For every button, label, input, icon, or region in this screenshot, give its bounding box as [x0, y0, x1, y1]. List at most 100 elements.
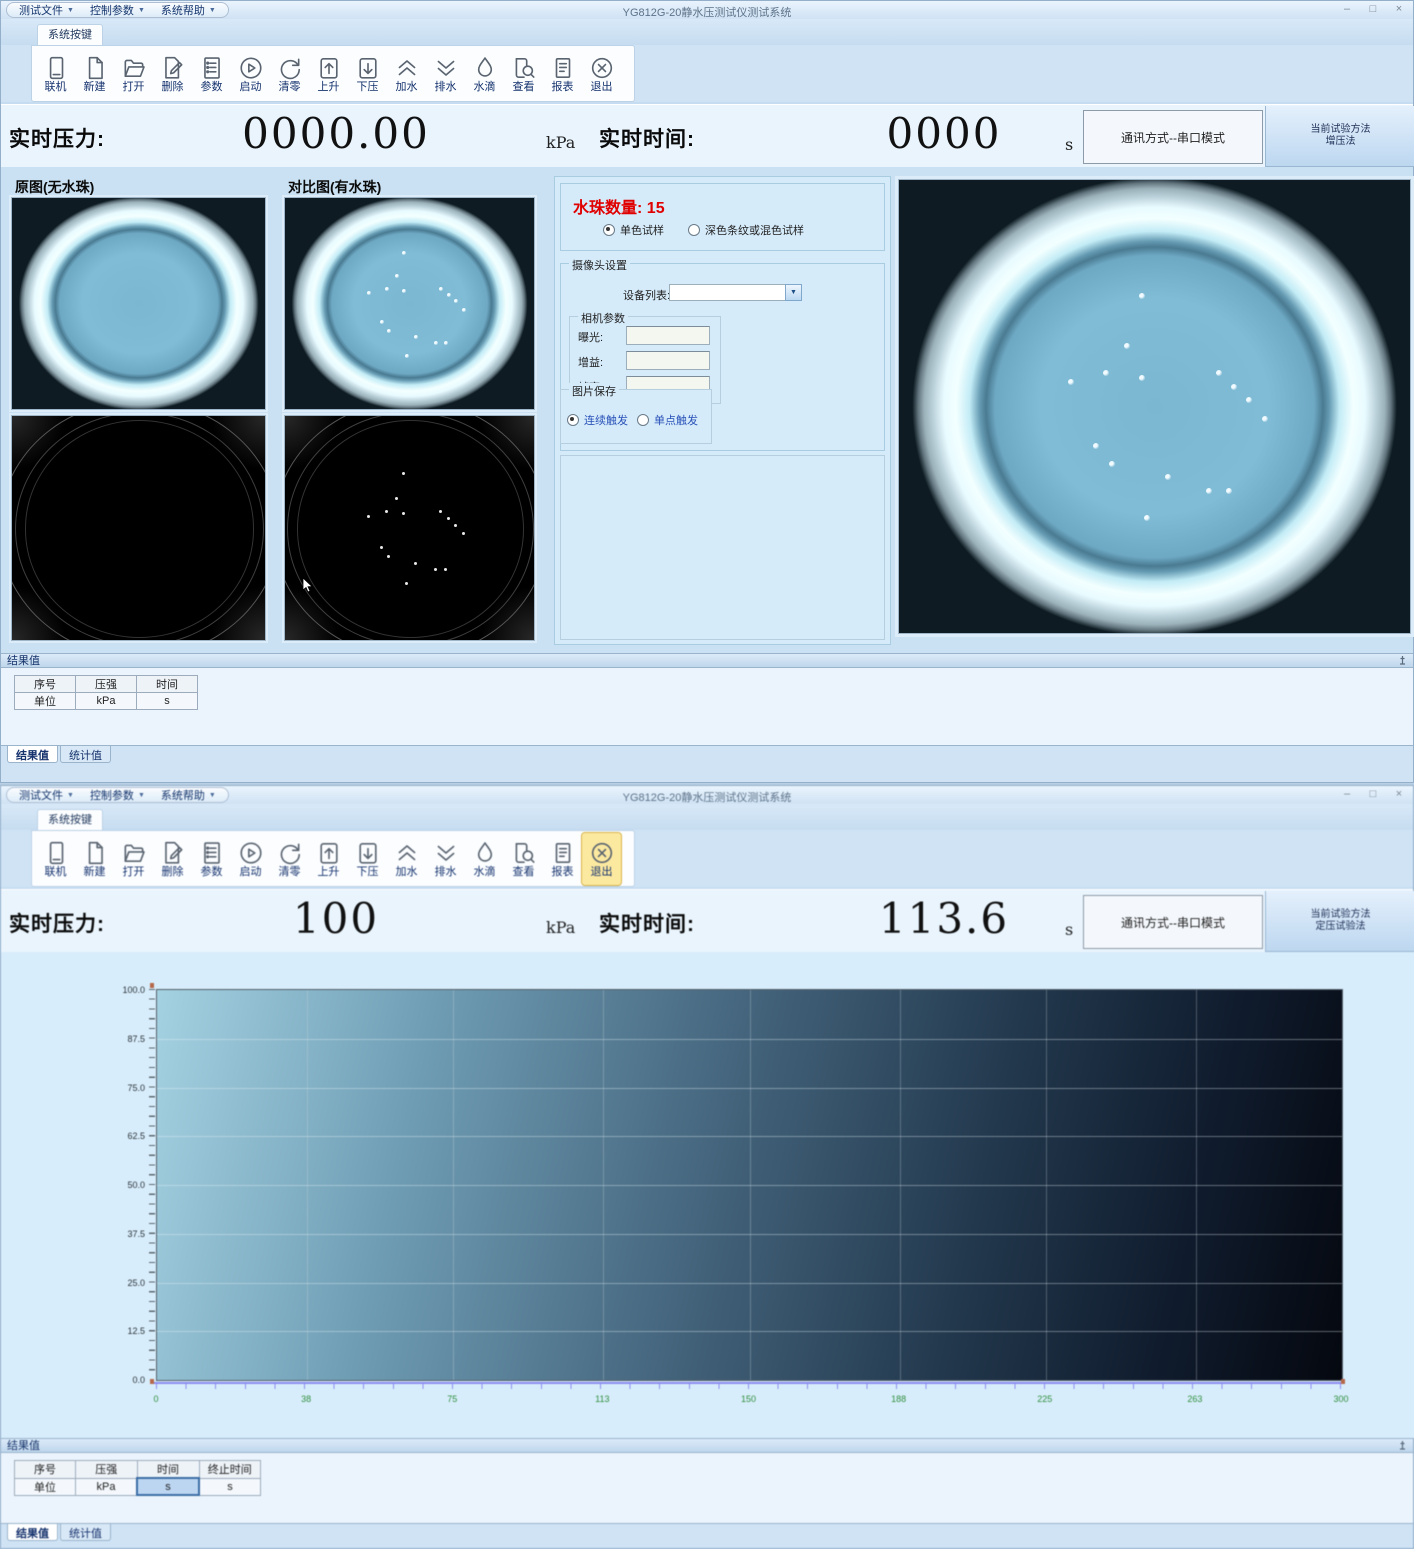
y-tick-label: 62.5 — [101, 1131, 145, 1141]
water-droplet — [387, 329, 391, 333]
water-droplet — [402, 289, 406, 293]
toolbar-button[interactable]: 新建 — [75, 833, 114, 885]
report-icon — [550, 55, 576, 81]
maximize-button[interactable]: □ — [1367, 3, 1379, 15]
toolbar-button[interactable]: 启动 — [231, 48, 270, 100]
unit-cell[interactable]: kPa — [76, 1478, 138, 1495]
unit-cell[interactable]: 单位 — [15, 1478, 76, 1495]
toolbar-button[interactable]: 查看 — [504, 48, 543, 100]
compare-image-label: 对比图(有水珠) — [288, 177, 381, 197]
toolbar-button[interactable]: 上升 — [309, 833, 348, 885]
toolbar-button[interactable]: 退出 — [582, 833, 621, 885]
toolbar-button[interactable]: 参数 — [192, 833, 231, 885]
radio-dark-sample[interactable]: 深色条纹或混色试样 — [688, 222, 804, 238]
water-droplet — [462, 308, 466, 312]
toolbar: 联机 新建 打开 删除 参数 启动 — [31, 45, 635, 102]
comm-mode-button[interactable]: 通讯方式--串口模式 — [1083, 895, 1263, 949]
radio-single-trigger[interactable]: 单点触发 — [637, 412, 698, 428]
close-button[interactable]: × — [1393, 3, 1405, 15]
toolbar-button-label: 清零 — [279, 867, 301, 878]
water-droplet — [454, 299, 458, 303]
toolbar-button[interactable]: 上升 — [309, 48, 348, 100]
droplet-icon — [472, 840, 498, 866]
water-droplet — [1262, 416, 1268, 422]
gridline-vertical — [900, 990, 901, 1380]
unit-cell[interactable]: s — [137, 1478, 199, 1495]
ribbon-tab-system-keys[interactable]: 系统按键 — [37, 809, 103, 831]
pressure-unit: kPa — [546, 133, 575, 152]
threshold-image-original — [11, 415, 266, 641]
radio-unselected-icon — [637, 414, 649, 426]
radio-solid-sample[interactable]: 单色试样 — [603, 222, 664, 238]
book-magnifier-icon — [511, 840, 537, 866]
delete-doc-icon — [160, 55, 186, 81]
toolbar-button[interactable]: 退出 — [582, 48, 621, 100]
original-image — [11, 197, 266, 410]
toolbar-button[interactable]: 清零 — [270, 48, 309, 100]
toolbar-button-label: 新建 — [84, 82, 106, 93]
radio-continuous-trigger[interactable]: 连续触发 — [567, 412, 628, 428]
toolbar-button[interactable]: 下压 — [348, 48, 387, 100]
toolbar-button[interactable]: 联机 — [36, 833, 75, 885]
toolbar-button[interactable]: 新建 — [75, 48, 114, 100]
toolbar-button-label: 下压 — [357, 82, 379, 93]
water-droplet — [1231, 384, 1237, 390]
device-list-dropdown[interactable]: ▼ — [669, 284, 802, 301]
minimize-button[interactable]: – — [1341, 3, 1353, 15]
test-method-button[interactable]: 当前试验方法 定压试验法 — [1265, 891, 1414, 952]
toolbar-button-label: 删除 — [162, 82, 184, 93]
camera-params-title: 相机参数 — [578, 310, 628, 326]
toolbar-button[interactable]: 加水 — [387, 48, 426, 100]
toolbar-button[interactable]: 加水 — [387, 833, 426, 885]
toolbar-button[interactable]: 打开 — [114, 833, 153, 885]
tab-results[interactable]: 结果值 — [7, 1524, 58, 1541]
water-droplet — [387, 555, 390, 558]
water-droplet — [1068, 379, 1074, 385]
gain-input[interactable] — [626, 351, 710, 370]
unit-cell[interactable]: s — [199, 1478, 261, 1495]
toolbar-button[interactable]: 删除 — [153, 48, 192, 100]
tab-results[interactable]: 结果值 — [7, 746, 58, 763]
toolbar-button[interactable]: 排水 — [426, 833, 465, 885]
toolbar-button[interactable]: 查看 — [504, 833, 543, 885]
tab-statistics[interactable]: 统计值 — [60, 1524, 111, 1541]
toolbar-button-label: 退出 — [591, 867, 613, 878]
toolbar-button[interactable]: 排水 — [426, 48, 465, 100]
toolbar-button[interactable]: 参数 — [192, 48, 231, 100]
ribbon-tab-system-keys[interactable]: 系统按键 — [37, 24, 103, 46]
pin-icon[interactable] — [1398, 1441, 1407, 1452]
delete-doc-icon — [160, 840, 186, 866]
unit-cell[interactable]: s — [137, 693, 198, 710]
window-top: 测试文件 ▼ 控制参数 ▼ 系统帮助 ▼ YG812G-20静水压测试仪测试系统… — [0, 0, 1414, 783]
test-method-button[interactable]: 当前试验方法 增压法 — [1265, 106, 1414, 167]
header-cell: 终止时间 — [199, 1461, 261, 1479]
toolbar-button[interactable]: 下压 — [348, 833, 387, 885]
maximize-button[interactable]: □ — [1367, 788, 1379, 800]
gridline-vertical — [1196, 990, 1197, 1380]
minimize-button[interactable]: – — [1341, 788, 1353, 800]
toolbar-button[interactable]: 清零 — [270, 833, 309, 885]
close-button[interactable]: × — [1393, 788, 1405, 800]
water-droplet — [434, 341, 438, 345]
exposure-input[interactable] — [626, 326, 710, 345]
water-droplet — [444, 341, 448, 345]
toolbar-button[interactable]: 联机 — [36, 48, 75, 100]
results-bar-title: 结果值 — [7, 1440, 40, 1452]
dropdown-arrow-icon[interactable]: ▼ — [785, 284, 802, 301]
x-tick-label: 188 — [891, 1394, 906, 1404]
comm-mode-button[interactable]: 通讯方式--串口模式 — [1083, 110, 1263, 164]
x-tick-label: 263 — [1187, 1394, 1202, 1404]
toolbar-button[interactable]: 报表 — [543, 833, 582, 885]
open-folder-icon — [121, 840, 147, 866]
unit-cell[interactable]: kPa — [76, 693, 137, 710]
unit-cell[interactable]: 单位 — [15, 693, 76, 710]
toolbar-button[interactable]: 报表 — [543, 48, 582, 100]
toolbar-button[interactable]: 删除 — [153, 833, 192, 885]
toolbar-button[interactable]: 水滴 — [465, 48, 504, 100]
tab-statistics[interactable]: 统计值 — [60, 746, 111, 763]
toolbar-button[interactable]: 水滴 — [465, 833, 504, 885]
toolbar-button[interactable]: 启动 — [231, 833, 270, 885]
toolbar-button[interactable]: 打开 — [114, 48, 153, 100]
pin-icon[interactable] — [1398, 656, 1407, 667]
y-tick-label: 100.0 — [101, 985, 145, 995]
